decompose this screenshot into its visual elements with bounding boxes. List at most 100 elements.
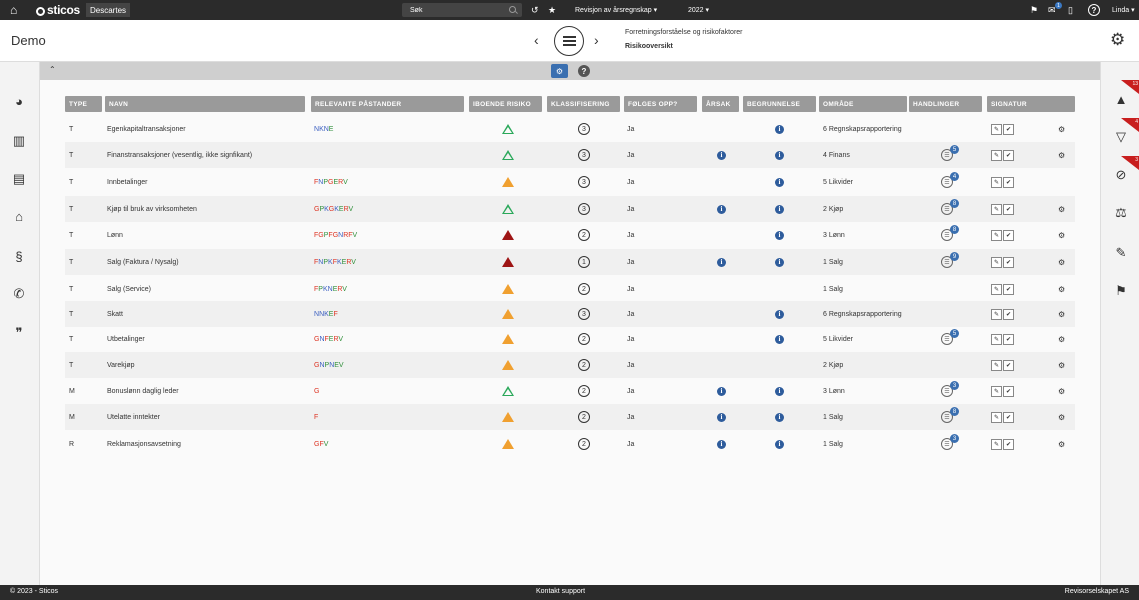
row-name[interactable]: Utbetalinger [107, 326, 145, 352]
row-name[interactable]: Reklamasjonsavsetning [107, 431, 181, 457]
table-row[interactable]: T Finanstransaksjoner (vesentlig, ikke si… [65, 142, 1075, 168]
flag-icon[interactable]: ⚑ [1111, 282, 1131, 300]
flag-icon[interactable]: ⚑ [1030, 0, 1038, 20]
column-header[interactable]: FØLGES OPP? [624, 96, 697, 112]
edit-signature-icon[interactable]: ✎ [991, 176, 1002, 188]
row-name[interactable]: Bonuslønn daglig leder [107, 378, 179, 404]
support-link[interactable]: Kontakt support [536, 588, 585, 595]
begrunnelse-info-icon[interactable]: i [775, 196, 784, 222]
check-signature-icon[interactable]: ✔ [1003, 256, 1014, 268]
actions-list-icon[interactable]: ☰ 5 [941, 142, 959, 168]
edit-signature-icon[interactable]: ✎ [991, 256, 1002, 268]
edit-signature-icon[interactable]: ✎ [991, 308, 1002, 320]
arsak-info-icon[interactable]: i [717, 249, 726, 275]
edit-signature-icon[interactable]: ✎ [991, 438, 1002, 450]
row-settings-gear-icon[interactable]: ⚙ [1058, 326, 1065, 352]
row-settings-gear-icon[interactable]: ⚙ [1058, 222, 1065, 248]
arsak-info-icon[interactable]: i [717, 431, 726, 457]
row-settings-gear-icon[interactable]: ⚙ [1058, 431, 1065, 457]
pie-chart-icon[interactable]: ◕ [10, 92, 28, 110]
column-header[interactable]: OMRÅDE [819, 96, 907, 112]
table-row[interactable]: T Utbetalinger GNFERV 2 Ja i 5 Likvider ☰ 5 ✎ ✔ ⚙ [65, 326, 1075, 352]
check-signature-icon[interactable]: ✔ [1003, 359, 1014, 371]
begrunnelse-info-icon[interactable]: i [775, 222, 784, 248]
check-signature-icon[interactable]: ✔ [1003, 203, 1014, 215]
begrunnelse-info-icon[interactable]: i [775, 326, 784, 352]
user-menu[interactable]: Linda ▾ [1112, 0, 1135, 20]
row-name[interactable]: Salg (Service) [107, 276, 151, 302]
sticos-logo[interactable]: sticos [36, 0, 80, 20]
check-signature-icon[interactable]: ✔ [1003, 333, 1014, 345]
check-signature-icon[interactable]: ✔ [1003, 229, 1014, 241]
begrunnelse-info-icon[interactable]: i [775, 116, 784, 142]
edit-signature-icon[interactable]: ✎ [991, 123, 1002, 135]
row-name[interactable]: Salg (Faktura / Nysalg) [107, 249, 179, 275]
check-signature-icon[interactable]: ✔ [1003, 438, 1014, 450]
search-box[interactable] [402, 3, 522, 17]
edit-signature-icon[interactable]: ✎ [991, 203, 1002, 215]
edit-signature-icon[interactable]: ✎ [991, 333, 1002, 345]
row-name[interactable]: Finanstransaksjoner (vesentlig, ikke sig… [107, 142, 252, 168]
menu-icon[interactable] [554, 26, 584, 56]
column-header[interactable]: HANDLINGER [909, 96, 982, 112]
phone-icon[interactable]: ✆ [10, 285, 28, 303]
column-header[interactable]: KLASSIFISERING [547, 96, 620, 112]
help-icon[interactable]: ? [1088, 4, 1100, 16]
arsak-info-icon[interactable]: i [717, 404, 726, 430]
arsak-info-icon[interactable]: i [717, 196, 726, 222]
table-row[interactable]: T Salg (Service) FPKNERV 2 Ja 1 Salg ✎ ✔ ⚙ [65, 276, 1075, 302]
check-signature-icon[interactable]: ✔ [1003, 411, 1014, 423]
previous-icon[interactable]: ‹ [534, 32, 539, 48]
column-header[interactable]: TYPE [65, 96, 102, 112]
table-row[interactable]: T Innbetalinger FNPGERV 3 Ja i 5 Likvider ☰ 4 ✎ ✔ [65, 169, 1075, 195]
edit-signature-icon[interactable]: ✎ [991, 149, 1002, 161]
arsak-info-icon[interactable]: i [717, 378, 726, 404]
table-row[interactable]: T Salg (Faktura / Nysalg) FNPKFKERV 1 Ja i i 1 … [65, 249, 1075, 275]
table-row[interactable]: T Egenkapitaltransaksjoner NKNE 3 Ja i 6 Regns… [65, 116, 1075, 142]
table-row[interactable]: T Lønn FGPFGNRFV 2 Ja i 3 Lønn ☰ 8 ✎ ✔ ⚙ [65, 222, 1075, 248]
table-row[interactable]: M Utelatte inntekter F 2 Ja i i 1 Salg ☰ 8 ✎ ✔ ⚙ [65, 404, 1075, 430]
table-row[interactable]: M Bonuslønn daglig leder G 2 Ja i i 3 Lønn ☰ 3 ✎ ✔ ⚙ [65, 378, 1075, 404]
revision-menu[interactable]: Revisjon av årsregnskap ▾ [575, 0, 657, 20]
bank-icon[interactable]: ⌂ [10, 207, 28, 225]
check-signature-icon[interactable]: ✔ [1003, 308, 1014, 320]
row-name[interactable]: Skatt [107, 301, 123, 327]
row-name[interactable]: Lønn [107, 222, 123, 248]
row-name[interactable]: Varekjøp [107, 352, 135, 378]
history-icon[interactable]: ↺ [531, 0, 539, 20]
book-icon[interactable]: ▤ [10, 170, 28, 188]
next-icon[interactable]: › [594, 32, 599, 48]
row-settings-gear-icon[interactable]: ⚙ [1058, 352, 1065, 378]
actions-list-icon[interactable]: ☰ 4 [941, 169, 959, 195]
row-name[interactable]: Kjøp til bruk av virksomheten [107, 196, 197, 222]
begrunnelse-info-icon[interactable]: i [775, 301, 784, 327]
begrunnelse-info-icon[interactable]: i [775, 404, 784, 430]
actions-list-icon[interactable]: ☰ 8 [941, 404, 959, 430]
table-row[interactable]: T Varekjøp GNPNEV 2 Ja 2 Kjøp ✎ ✔ ⚙ [65, 352, 1075, 378]
actions-list-icon[interactable]: ☰ 5 [941, 326, 959, 352]
table-row[interactable]: T Kjøp til bruk av virksomheten GPKGKERV 3 J… [65, 196, 1075, 222]
column-header[interactable]: SIGNATUR [987, 96, 1075, 112]
year-menu[interactable]: 2022 ▾ [688, 0, 709, 20]
star-icon[interactable]: ★ [548, 0, 556, 20]
collapse-chevron-up-icon[interactable]: ⌃ [49, 65, 56, 74]
edit-signature-icon[interactable]: ✎ [991, 359, 1002, 371]
column-header[interactable]: RELEVANTE PÅSTANDER [311, 96, 464, 112]
row-name[interactable]: Egenkapitaltransaksjoner [107, 116, 186, 142]
column-header[interactable]: IBOENDE RISIKO [469, 96, 542, 112]
chat-icon[interactable]: ❞ [10, 324, 28, 342]
table-row[interactable]: R Reklamasjonsavsetning GFV 2 Ja i i 1 Salg ☰ 3 ✎ ✔… [65, 431, 1075, 457]
column-header[interactable]: NAVN [105, 96, 305, 112]
row-settings-gear-icon[interactable]: ⚙ [1058, 404, 1065, 430]
actions-list-icon[interactable]: ☰ 3 [941, 431, 959, 457]
check-signature-icon[interactable]: ✔ [1003, 149, 1014, 161]
row-settings-gear-icon[interactable]: ⚙ [1058, 116, 1065, 142]
breadcrumb-parent[interactable]: Forretningsforståelse og risikofaktorer [625, 29, 743, 36]
begrunnelse-info-icon[interactable]: i [775, 142, 784, 168]
row-settings-gear-icon[interactable]: ⚙ [1058, 276, 1065, 302]
edit-signature-icon[interactable]: ✎ [991, 385, 1002, 397]
begrunnelse-info-icon[interactable]: i [775, 169, 784, 195]
search-input[interactable] [402, 6, 502, 14]
row-settings-gear-icon[interactable]: ⚙ [1058, 249, 1065, 275]
edit-signature-icon[interactable]: ✎ [991, 411, 1002, 423]
